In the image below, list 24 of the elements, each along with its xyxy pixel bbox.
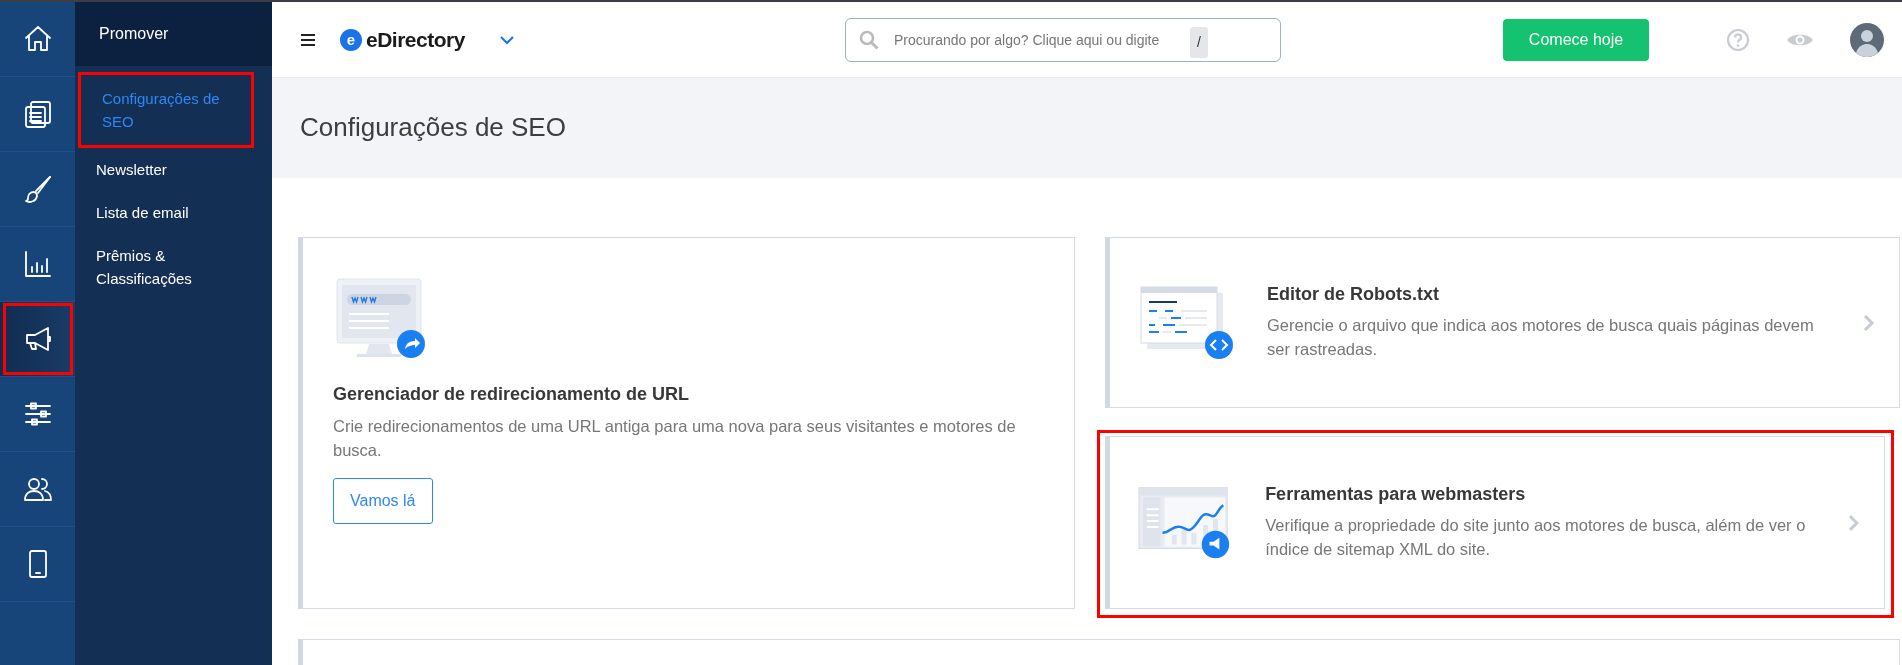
tool-card[interactable]: Ferramentas para webmasters Verifique a propriedade do site junto aos motores de busca, além de ver o índice de sitemap XML do site. [1105,436,1885,609]
chevron-right-icon [1863,313,1875,332]
submenu-item[interactable]: Prêmios & Classificações [75,234,272,300]
card-title: Ferramentas para webmasters [1265,483,1527,506]
chevron-right-icon [1848,513,1860,532]
submenu-title: Promover [75,2,272,66]
card-description: Verifique a propriedade do site junto aos motores de busca, além de ver o índice de sitemap XML do site. [1265,515,1807,561]
search-icon [858,29,879,50]
avatar-icon[interactable] [1850,22,1884,57]
go-button[interactable]: Vamos lá [333,477,433,524]
page-title: Configurações de SEO [300,112,566,144]
logo-icon: e [340,28,362,51]
card-title: Gerenciador de redirecionamento de URL [333,384,691,406]
submenu-item[interactable]: Configurações de SEO [81,75,251,145]
brand-name: eDirectory [366,26,465,53]
submenu-item[interactable]: Newsletter [75,148,272,191]
card-description: Gerencie o arquivo que indica aos motores de busca quais páginas devem ser rastreadas. [1267,315,1815,361]
tool-card[interactable]: Gerenciador de redirecionamento de URL Crie redirecionamentos de uma URL antiga para uma nova para seus visitantes e motores de busca. Vamos lá [298,237,1075,609]
chevron-down-icon[interactable] [498,34,515,45]
card-title: Editor de Robots.txt [1267,283,1440,306]
menu-icon[interactable] [300,32,316,47]
submenu-item[interactable]: Lista de email [75,191,272,234]
card-description: Crie redirecionamentos de uma URL antiga para uma nova para seus visitantes e motores de busca. [333,415,1017,461]
tool-card[interactable]: Editor de Robots.txt Gerencie o arquivo que indica aos motores de busca quais páginas devem ser rastreadas. [1105,237,1900,408]
